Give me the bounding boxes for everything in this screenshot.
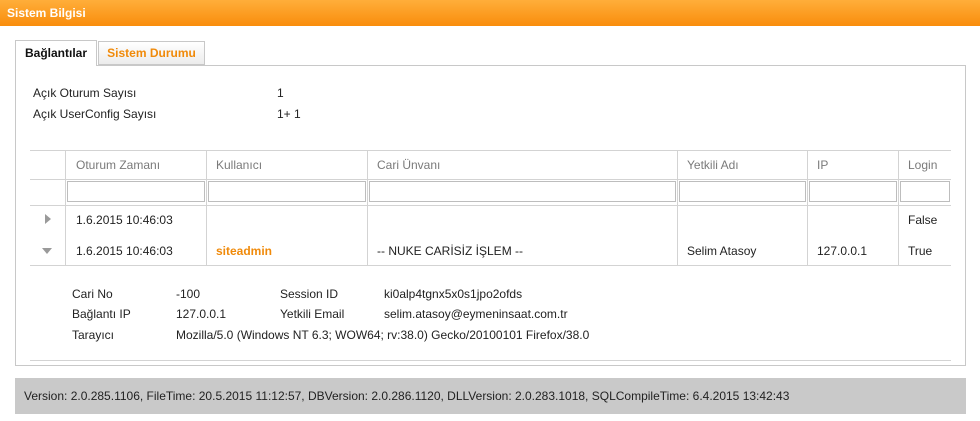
filter-login[interactable]	[900, 181, 950, 202]
detail-browser-label: Tarayıcı	[72, 328, 115, 342]
cell-login: True	[908, 244, 933, 258]
filter-company[interactable]	[369, 181, 676, 202]
detail-browser-value: Mozilla/5.0 (Windows NT 6.3; WOW64; rv:3…	[176, 328, 590, 342]
col-divider	[677, 150, 678, 265]
user-link[interactable]: siteadmin	[216, 241, 272, 261]
userconfig-value: 1+ 1	[277, 107, 301, 121]
detail-cari-no-label: Cari No	[72, 287, 113, 301]
grid-header-border	[30, 179, 951, 180]
filter-user[interactable]	[208, 181, 366, 202]
collapse-icon[interactable]	[42, 248, 52, 254]
grid-top-border	[30, 150, 951, 151]
col-divider	[206, 150, 207, 265]
cell-login: False	[908, 213, 938, 227]
tab-baglantilar[interactable]: Bağlantılar	[15, 40, 97, 66]
detail-session-id-label: Session ID	[280, 287, 339, 301]
window-title: Sistem Bilgisi	[0, 0, 980, 26]
cell-company: -- NUKE CARİSİZ İŞLEM --	[377, 244, 524, 258]
detail-session-id-value: ki0alp4tgnx5x0s1jpo2ofds	[384, 287, 523, 301]
expand-icon[interactable]	[45, 214, 51, 224]
col-header-authorized[interactable]: Yetkili Adı	[687, 151, 739, 179]
open-sessions-value: 1	[277, 86, 284, 100]
col-header-ip[interactable]: IP	[817, 151, 828, 179]
col-header-session-time[interactable]: Oturum Zamanı	[76, 151, 160, 179]
col-header-user[interactable]: Kullanıcı	[216, 151, 262, 179]
filter-ip[interactable]	[809, 181, 897, 202]
col-divider	[898, 150, 899, 265]
detail-email-label: Yetkili Email	[280, 307, 345, 321]
open-sessions-label: Açık Oturum Sayısı	[33, 86, 137, 100]
col-divider	[367, 150, 368, 265]
detail-conn-ip-label: Bağlantı IP	[72, 307, 131, 321]
version-footer: Version: 2.0.285.1106, FileTime: 20.5.20…	[15, 378, 966, 414]
cell-authorized: Selim Atasoy	[687, 244, 757, 258]
cell-session-time: 1.6.2015 10:46:03	[76, 244, 173, 258]
detail-email-value: selim.atasoy@eymeninsaat.com.tr	[384, 307, 568, 321]
grid-rows-border	[30, 265, 951, 266]
tab-sistem-durumu[interactable]: Sistem Durumu	[98, 41, 205, 65]
cell-ip: 127.0.0.1	[817, 244, 868, 258]
cell-session-time: 1.6.2015 10:46:03	[76, 213, 173, 227]
filter-session-time[interactable]	[67, 181, 205, 202]
col-header-company[interactable]: Cari Ünvanı	[377, 151, 440, 179]
col-divider	[807, 150, 808, 265]
grid-detail-border	[30, 360, 951, 361]
col-header-login[interactable]: Login	[908, 151, 937, 179]
userconfig-label: Açık UserConfig Sayısı	[33, 107, 157, 121]
detail-conn-ip-value: 127.0.0.1	[176, 307, 227, 321]
grid-filter-border	[30, 205, 951, 206]
filter-authorized[interactable]	[679, 181, 806, 202]
detail-cari-no-value: -100	[176, 287, 201, 301]
col-divider	[65, 150, 66, 265]
